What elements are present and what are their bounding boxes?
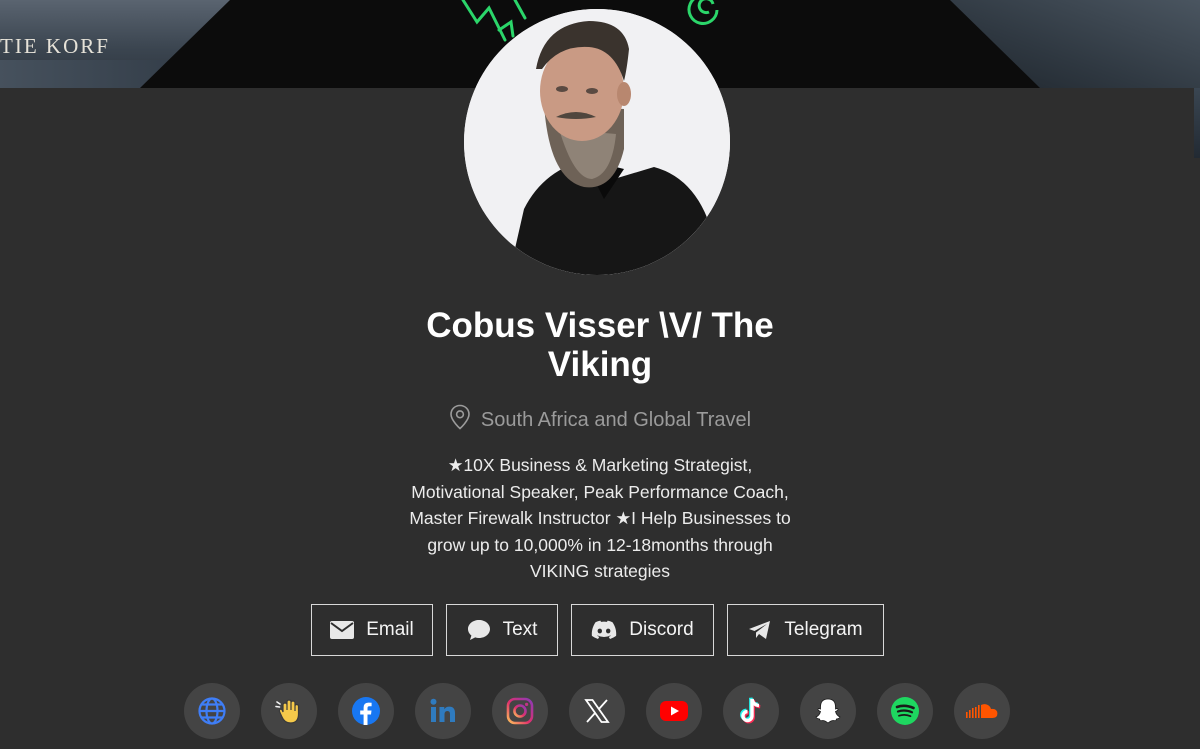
soundcloud-icon xyxy=(966,704,998,718)
social-soundcloud-link[interactable] xyxy=(954,683,1010,739)
profile-name-line-1: Cobus Visser \V/ The xyxy=(426,306,774,345)
youtube-icon xyxy=(660,701,688,721)
social-tiktok-link[interactable] xyxy=(723,683,779,739)
discord-button-label: Discord xyxy=(629,619,694,640)
telegram-icon xyxy=(749,621,771,639)
tiktok-icon xyxy=(740,697,761,724)
social-facebook-link[interactable] xyxy=(338,683,394,739)
banner-diagonal-left xyxy=(140,0,230,88)
profile-location: South Africa and Global Travel xyxy=(0,404,1200,434)
text-button-label: Text xyxy=(502,619,538,640)
social-instagram-link[interactable] xyxy=(492,683,548,739)
social-linkedin-link[interactable] xyxy=(415,683,471,739)
profile-avatar xyxy=(464,9,730,275)
waving-hand-icon xyxy=(275,699,300,724)
social-snapchat-link[interactable] xyxy=(800,683,856,739)
bio-line: grow up to 10,000% in 12-18months throug… xyxy=(427,534,773,555)
bio-line: VIKING strategies xyxy=(529,561,671,582)
bio-line: Master Firewalk Instructor ★I Help Busin… xyxy=(409,508,791,529)
bio-line: ★10X Business & Marketing Strategist, xyxy=(447,455,753,475)
profile-name-line-2: Viking xyxy=(547,345,653,384)
banner-side-strip xyxy=(1194,88,1200,158)
social-x-link[interactable] xyxy=(569,683,625,739)
profile-name: Cobus Visser \V/ The Viking xyxy=(0,306,1200,384)
text-button[interactable]: Text xyxy=(446,604,558,656)
bio-line: Motivational Speaker, Peak Performance C… xyxy=(411,481,789,502)
spotify-icon xyxy=(891,697,919,725)
social-spotify-link[interactable] xyxy=(877,683,933,739)
map-pin-icon xyxy=(450,404,470,430)
telegram-button[interactable]: Telegram xyxy=(727,604,884,656)
globe-icon xyxy=(198,697,226,725)
location-text: South Africa and Global Travel xyxy=(480,409,752,431)
snapchat-icon xyxy=(815,698,841,724)
discord-icon xyxy=(592,620,617,639)
banner-brand-text: TIE KORF xyxy=(0,34,110,58)
profile-bio: ★10X Business & Marketing Strategist, Mo… xyxy=(370,452,830,585)
social-website-link[interactable] xyxy=(184,683,240,739)
chat-bubble-icon xyxy=(467,620,490,640)
telegram-button-label: Telegram xyxy=(784,619,863,640)
avatar-portrait xyxy=(464,9,730,275)
envelope-icon xyxy=(330,621,355,639)
social-wave-link[interactable] xyxy=(261,683,317,739)
instagram-icon xyxy=(506,697,534,725)
email-button[interactable]: Email xyxy=(311,604,433,656)
banner-diagonal-right xyxy=(950,0,1040,88)
facebook-icon xyxy=(352,697,380,725)
linkedin-icon xyxy=(430,698,455,722)
email-button-label: Email xyxy=(366,619,414,640)
discord-button[interactable]: Discord xyxy=(571,604,714,656)
x-icon xyxy=(584,699,610,723)
social-youtube-link[interactable] xyxy=(646,683,702,739)
